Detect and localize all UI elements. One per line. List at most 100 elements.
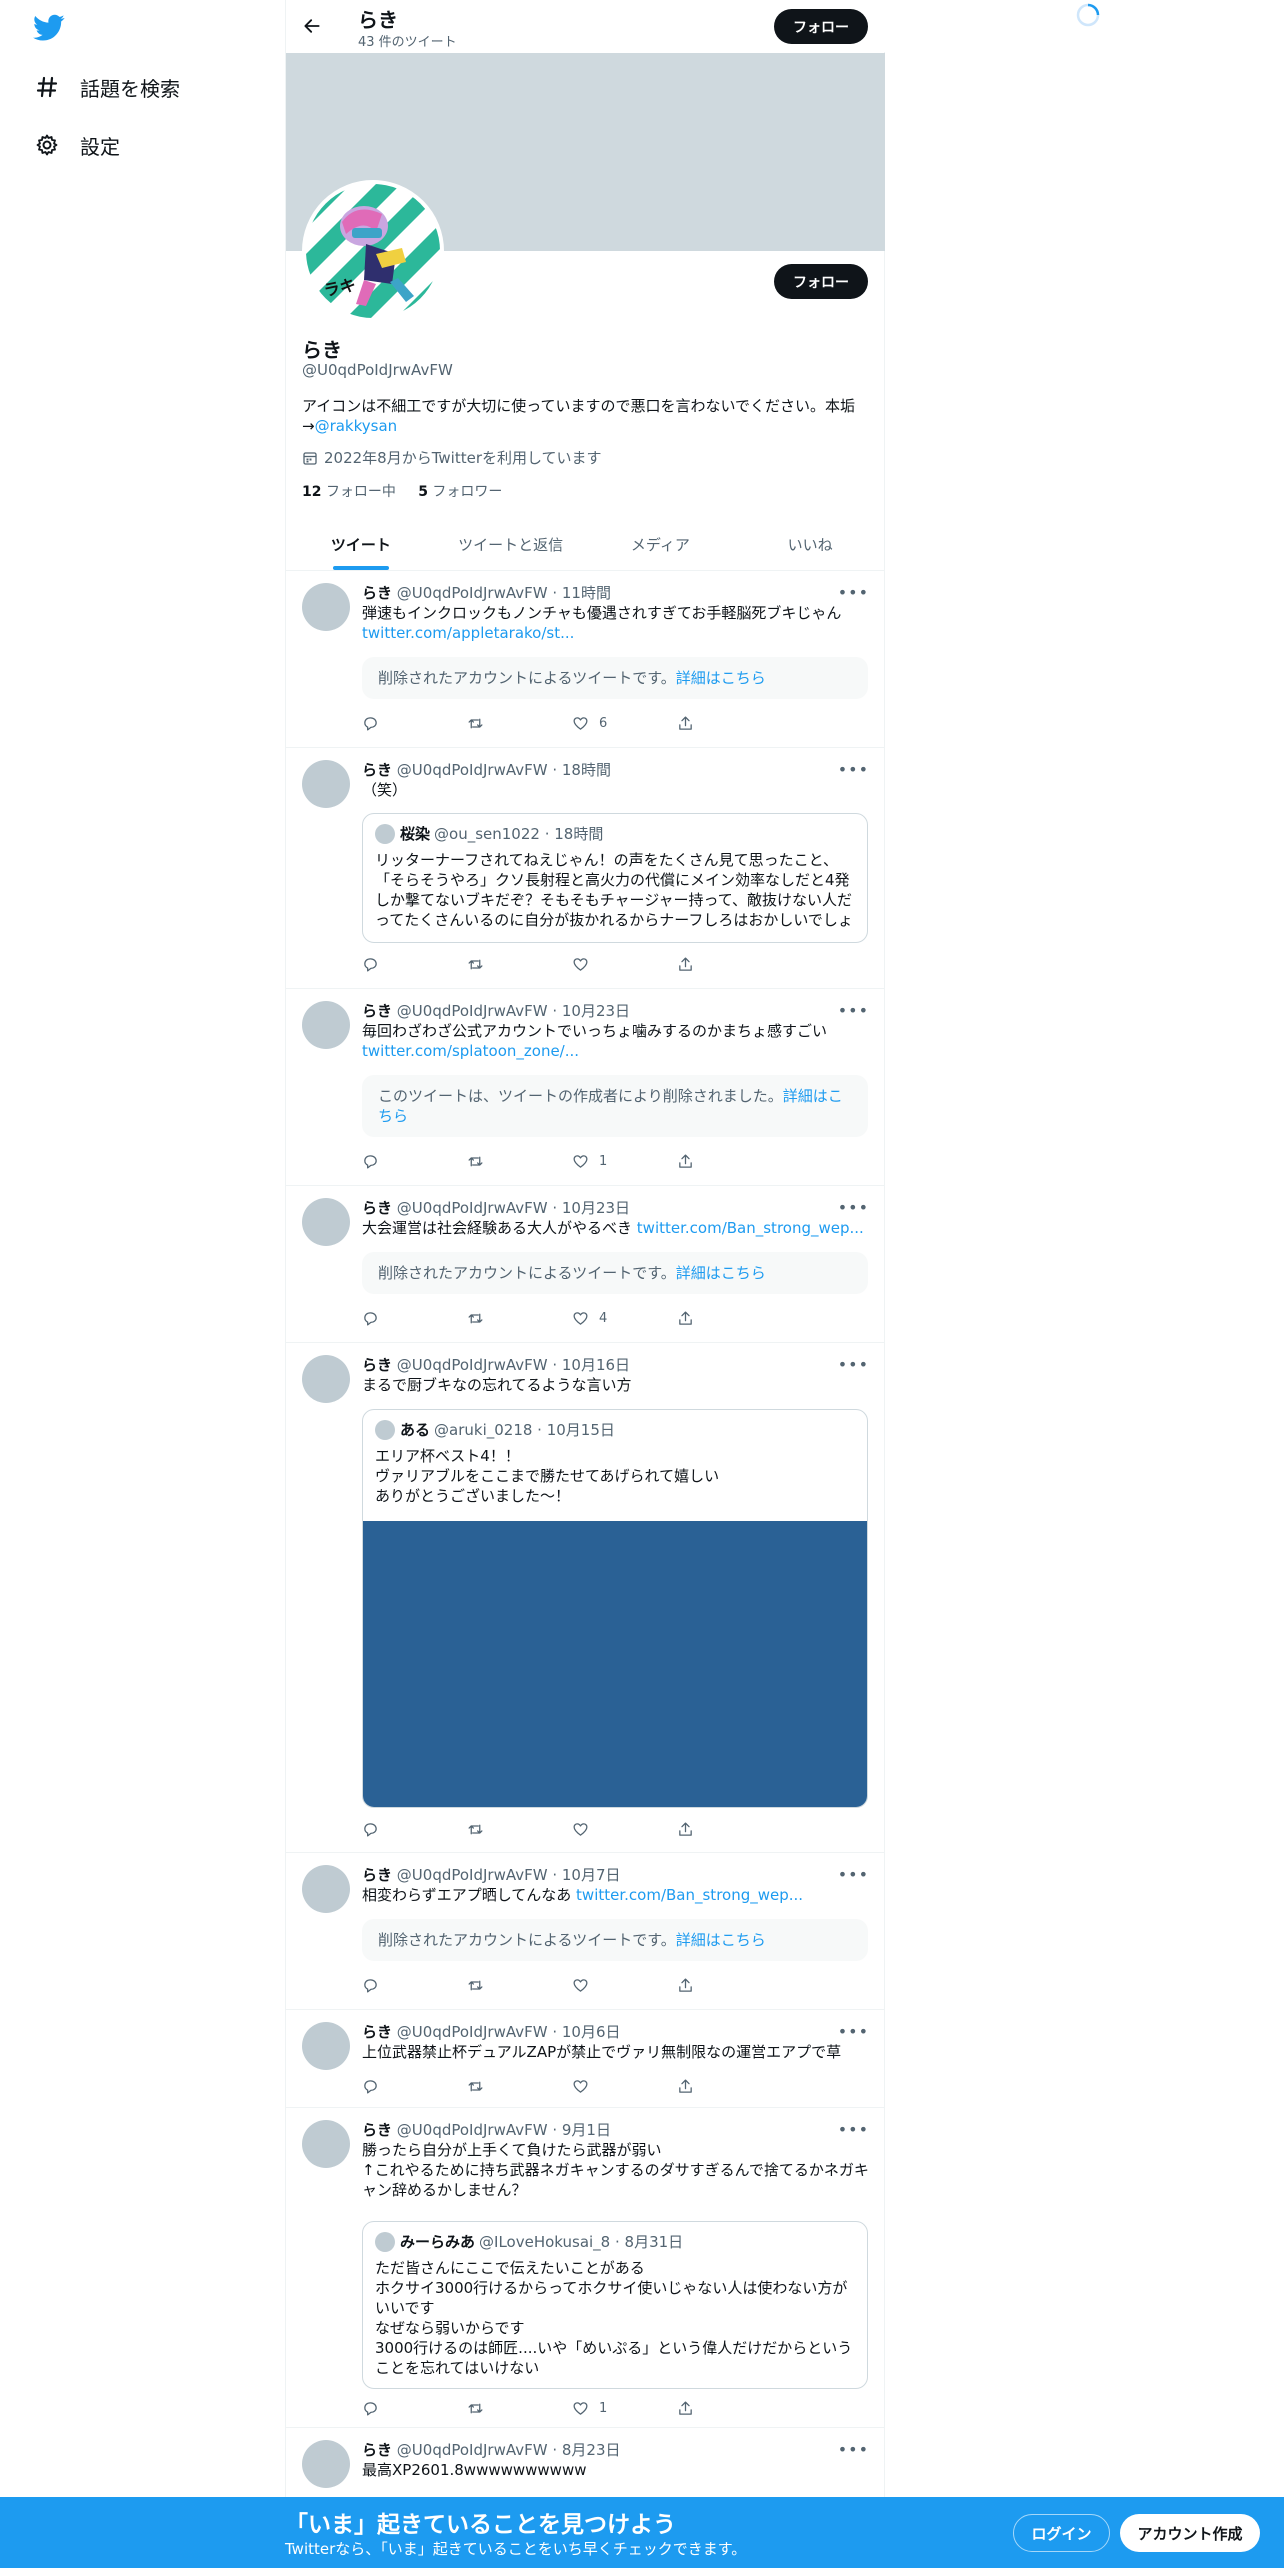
tweet[interactable]: らき @U0qdPoIdJrwAvFW · 10月6日 ••• 上位武器禁止杯デ… [286, 2010, 885, 2108]
tweet[interactable]: らき @U0qdPoIdJrwAvFW · 10月23日 ••• 大会運営は社会… [286, 1186, 885, 1343]
tweet-actions [362, 1819, 782, 1839]
tab-tweets[interactable]: ツイート [286, 518, 436, 570]
retweet-button[interactable] [467, 713, 572, 733]
twitter-logo-icon[interactable] [33, 14, 65, 42]
tab-tweets-and-replies[interactable]: ツイートと返信 [436, 518, 586, 570]
profile-avatar[interactable]: ラキ [302, 180, 444, 322]
retweet-button[interactable] [467, 1975, 572, 1995]
more-icon[interactable]: ••• [838, 2022, 869, 2041]
more-icon[interactable]: ••• [838, 2440, 869, 2459]
like-button[interactable] [572, 1819, 677, 1839]
tweet[interactable]: らき @U0qdPoIdJrwAvFW · 11時間 ••• 弾速もインクロック… [286, 571, 885, 748]
loading-spinner-icon [1075, 2, 1101, 28]
more-icon[interactable]: ••• [838, 760, 869, 779]
like-button[interactable] [572, 954, 677, 974]
reply-button[interactable] [362, 954, 467, 974]
share-button[interactable] [677, 713, 782, 733]
quote-media-image[interactable] [363, 1521, 867, 1807]
retweet-button[interactable] [467, 1151, 572, 1171]
like-button[interactable]: 4 [572, 1308, 677, 1328]
more-icon[interactable]: ••• [838, 583, 869, 602]
retweet-button[interactable] [467, 2398, 572, 2418]
reply-icon [364, 1978, 377, 1993]
like-button[interactable] [572, 2076, 677, 2096]
quoted-tweet[interactable]: ある @aruki_0218 · 10月15日 エリア杯ベスト4！！ ヴァリアブル… [362, 1409, 868, 1808]
share-button[interactable] [677, 954, 782, 974]
bio-arrow: → [302, 417, 315, 435]
header-follow-button[interactable]: フォロー [774, 9, 868, 44]
quote-text: ただ皆さんにここで伝えたいことがある ホクサイ3000行けるからってホクサイ使い… [375, 2259, 853, 2377]
nav-label: 話題を検索 [80, 76, 180, 101]
avatar[interactable] [302, 583, 350, 631]
header-name: らき [358, 8, 398, 32]
tweet[interactable]: らき @U0qdPoIdJrwAvFW · 10月23日 ••• 毎回わざわざ公… [286, 989, 885, 1186]
avatar[interactable] [302, 760, 350, 808]
retweet-icon [468, 2403, 483, 2413]
banner-subtitle: Twitterなら、「いま」起きていることをいち早くチェックできます。 [285, 2540, 747, 2558]
retweet-button[interactable] [467, 954, 572, 974]
tweet-link[interactable]: twitter.com/Ban_strong_wep... [637, 1219, 864, 1237]
avatar[interactable] [302, 1865, 350, 1913]
more-icon[interactable]: ••• [838, 2120, 869, 2139]
details-link[interactable]: 詳細はこちら [676, 1931, 766, 1949]
reply-button[interactable] [362, 1975, 467, 1995]
more-icon[interactable]: ••• [838, 1198, 869, 1217]
followers-link[interactable]: 5 フォロワー [418, 484, 502, 500]
nav-label: 設定 [80, 134, 120, 159]
avatar[interactable] [302, 1001, 350, 1049]
tweet-link[interactable]: twitter.com/Ban_strong_wep... [576, 1886, 803, 1904]
back-arrow-icon[interactable] [298, 12, 326, 40]
avatar[interactable] [302, 1355, 350, 1403]
more-icon[interactable]: ••• [838, 1001, 869, 1020]
reply-button[interactable] [362, 1308, 467, 1328]
reply-icon [364, 1311, 377, 1326]
share-button[interactable] [677, 1819, 782, 1839]
avatar[interactable] [302, 2022, 350, 2070]
share-button[interactable] [677, 1308, 782, 1328]
bio-mention-link[interactable]: @rakkysan [315, 417, 398, 435]
retweet-button[interactable] [467, 1819, 572, 1839]
like-button[interactable]: 1 [572, 2398, 677, 2418]
profile-follow-button[interactable]: フォロー [774, 264, 868, 299]
tab-likes[interactable]: いいね [735, 518, 885, 570]
tweet-link[interactable]: twitter.com/appletarako/st... [362, 623, 574, 643]
quoted-tweet[interactable]: みーらみあ @ILoveHokusai_8 · 8月31日 ただ皆さんにここで伝え… [362, 2221, 868, 2389]
retweet-button[interactable] [467, 2076, 572, 2096]
reply-button[interactable] [362, 2398, 467, 2418]
share-button[interactable] [677, 2076, 782, 2096]
nav-item-settings[interactable]: 設定 [34, 125, 120, 165]
like-button[interactable] [572, 1975, 677, 1995]
more-icon[interactable]: ••• [838, 1865, 869, 1884]
share-icon [679, 1310, 692, 1325]
avatar[interactable] [302, 2120, 350, 2168]
reply-button[interactable] [362, 2076, 467, 2096]
reply-button[interactable] [362, 713, 467, 733]
tweet-actions [362, 954, 782, 974]
tweet[interactable]: らき @U0qdPoIdJrwAvFW · 9月1日 ••• 勝ったら自分が上手… [286, 2108, 885, 2428]
signup-button[interactable]: アカウント作成 [1120, 2514, 1260, 2552]
retweet-button[interactable] [467, 1308, 572, 1328]
more-icon[interactable]: ••• [838, 1355, 869, 1374]
login-button[interactable]: ログイン [1013, 2514, 1110, 2552]
avatar[interactable] [302, 2440, 350, 2488]
share-button[interactable] [677, 2398, 782, 2418]
profile-handle: @U0qdPoIdJrwAvFW [302, 361, 453, 379]
tweet[interactable]: らき @U0qdPoIdJrwAvFW · 10月7日 ••• 相変わらずエアプ… [286, 1853, 885, 2010]
tweet[interactable]: らき @U0qdPoIdJrwAvFW · 18時間 ••• （笑） 桜染 @ou… [286, 748, 885, 989]
following-link[interactable]: 12 フォロー中 [302, 484, 396, 500]
share-button[interactable] [677, 1975, 782, 1995]
quoted-tweet[interactable]: 桜染 @ou_sen1022 · 18時間 リッターナーフされてねえじゃん！の声を… [362, 813, 868, 943]
details-link[interactable]: 詳細はこちら [676, 1264, 766, 1282]
nav-item-explore[interactable]: 話題を検索 [34, 67, 180, 107]
reply-button[interactable] [362, 1151, 467, 1171]
reply-button[interactable] [362, 1819, 467, 1839]
tweet[interactable]: らき @U0qdPoIdJrwAvFW · 10月16日 ••• まるで厨ブキな… [286, 1343, 885, 1853]
tab-media[interactable]: メディア [586, 518, 736, 570]
tweet-link[interactable]: twitter.com/splatoon_zone/... [362, 1041, 579, 1061]
like-button[interactable]: 6 [572, 713, 677, 733]
like-button[interactable]: 1 [572, 1151, 677, 1171]
tweet-text: 最高XP2601.8wwwwwwwwww [362, 2461, 587, 2479]
avatar[interactable] [302, 1198, 350, 1246]
share-button[interactable] [677, 1151, 782, 1171]
details-link[interactable]: 詳細はこちら [676, 669, 766, 687]
